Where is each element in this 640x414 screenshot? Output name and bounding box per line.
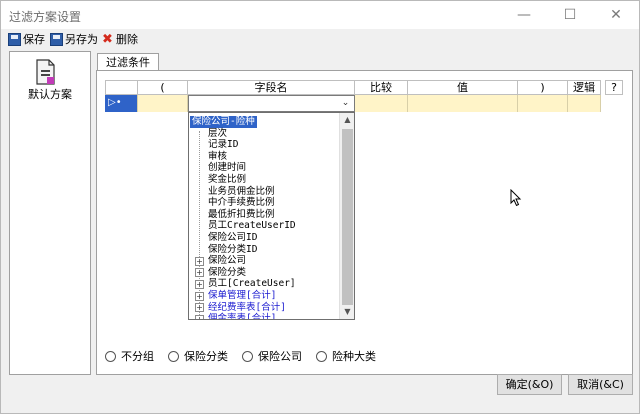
radio-product-category[interactable]: 险种大类 (316, 348, 376, 364)
expand-plus-icon[interactable]: + (195, 303, 204, 313)
mouse-pointer-icon (510, 189, 522, 207)
grouping-options: 不分组 保险分类 保险公司 险种大类 (105, 349, 390, 363)
cell-open-paren[interactable] (138, 95, 188, 112)
tree-item[interactable]: 奖金比例 (208, 174, 246, 186)
ok-button[interactable]: 确定(&O) (497, 374, 562, 395)
field-tree-dropdown: 保险公司-险种 层次 记录ID 审核 创建时间 奖金比例 业务员佣金比例 中介手续费比例 最低折… (188, 112, 355, 320)
filter-scheme-dialog: 过滤方案设置 — ☐ ✕ 保存 另存为 ✖ 删除 默认方案 过滤条件 (字段名… (0, 0, 640, 414)
tree-item[interactable]: 记录ID (208, 139, 238, 151)
radio-insurance-company[interactable]: 保险公司 (242, 348, 302, 364)
save-label: 保存 (23, 33, 45, 46)
maximize-button[interactable]: ☐ (547, 1, 593, 29)
toolbar: 保存 另存为 ✖ 删除 (1, 29, 639, 49)
cell-logic[interactable] (568, 95, 601, 112)
tree-item[interactable]: 佣金率表[合计] (208, 313, 276, 319)
column-header-field-name[interactable]: 字段名 (188, 80, 355, 95)
tab-panel (96, 70, 633, 375)
title-bar: 过滤方案设置 — ☐ ✕ (1, 1, 639, 29)
cell-close-paren[interactable] (518, 95, 568, 112)
scroll-up-icon[interactable]: ▲ (340, 113, 354, 127)
radio-label: 不分组 (121, 350, 154, 363)
close-button[interactable]: ✕ (593, 1, 639, 29)
chevron-down-icon[interactable]: ⌄ (339, 97, 352, 110)
tree-item[interactable]: 员工CreateUserID (208, 220, 296, 232)
tab-filter-conditions[interactable]: 过滤条件 (97, 53, 159, 71)
column-header-logic[interactable]: 逻辑 (568, 80, 601, 95)
radio-circle-icon[interactable] (242, 350, 253, 362)
row-indicator[interactable]: ▷• (105, 95, 138, 112)
field-name-combo[interactable]: ⌄ (188, 95, 355, 112)
tree-item[interactable]: 保险分类ID (208, 244, 257, 256)
tree-item[interactable]: 创建时间 (208, 162, 246, 174)
radio-circle-icon[interactable] (168, 350, 179, 362)
window-title: 过滤方案设置 (9, 10, 82, 24)
tree-item[interactable]: 业务员佣金比例 (208, 186, 275, 198)
radio-label: 险种大类 (332, 350, 376, 363)
tree-item[interactable]: 层次 (208, 128, 227, 140)
column-header-open-paren[interactable]: ( (138, 80, 188, 95)
cell-compare[interactable] (355, 95, 408, 112)
save-as-button[interactable]: 另存为 (50, 31, 98, 47)
tree-item[interactable]: 保单管理[合计] (208, 290, 276, 302)
tree-item[interactable]: 最低折扣费比例 (208, 209, 275, 221)
save-icon (8, 32, 21, 46)
tree-item[interactable]: 保险公司-险种 (190, 116, 257, 128)
scrollbar-thumb[interactable] (342, 129, 353, 305)
radio-no-group[interactable]: 不分组 (105, 348, 154, 364)
tree-item[interactable]: 中介手续费比例 (208, 197, 275, 209)
dropdown-scrollbar[interactable]: ▲ ▼ (339, 113, 354, 319)
scheme-list: 默认方案 (9, 51, 91, 375)
cancel-button[interactable]: 取消(&C) (568, 374, 633, 395)
radio-circle-icon[interactable] (316, 350, 327, 362)
column-header-value[interactable]: 值 (408, 80, 518, 95)
expand-plus-icon[interactable]: + (195, 291, 204, 301)
tree-item[interactable]: 保险公司ID (208, 232, 257, 244)
help-button[interactable]: ? (605, 80, 623, 95)
radio-label: 保险分类 (184, 350, 228, 363)
row-header-corner (105, 80, 138, 95)
tree-item[interactable]: 保险分类 (208, 267, 246, 279)
scroll-down-icon[interactable]: ▼ (340, 305, 354, 319)
delete-button[interactable]: ✖ 删除 (101, 31, 138, 47)
cell-value[interactable] (408, 95, 518, 112)
tree-item[interactable]: 审核 (208, 151, 227, 163)
save-as-label: 另存为 (65, 33, 98, 46)
scheme-label: 默认方案 (28, 88, 72, 101)
tree-guide-line (199, 131, 200, 317)
expand-plus-icon[interactable]: + (195, 279, 204, 289)
radio-label: 保险公司 (258, 350, 302, 363)
minimize-button[interactable]: — (501, 1, 547, 29)
column-header-compare[interactable]: 比较 (355, 80, 408, 95)
column-header-close-paren[interactable]: ) (518, 80, 568, 95)
save-button[interactable]: 保存 (8, 31, 45, 47)
tree-item[interactable]: 员工[CreateUser] (208, 278, 296, 290)
expand-plus-icon[interactable]: + (195, 314, 204, 319)
delete-label: 删除 (116, 33, 138, 46)
save-as-icon (50, 32, 63, 46)
expand-plus-icon[interactable]: + (195, 256, 204, 266)
document-icon (36, 59, 55, 85)
tree-item[interactable]: 保险公司 (208, 255, 246, 267)
tree-item[interactable]: 经纪费率表[合计] (208, 302, 286, 314)
expand-plus-icon[interactable]: + (195, 268, 204, 278)
radio-circle-icon[interactable] (105, 350, 116, 362)
delete-x-icon: ✖ (102, 31, 113, 47)
radio-insurance-category[interactable]: 保险分类 (168, 348, 228, 364)
